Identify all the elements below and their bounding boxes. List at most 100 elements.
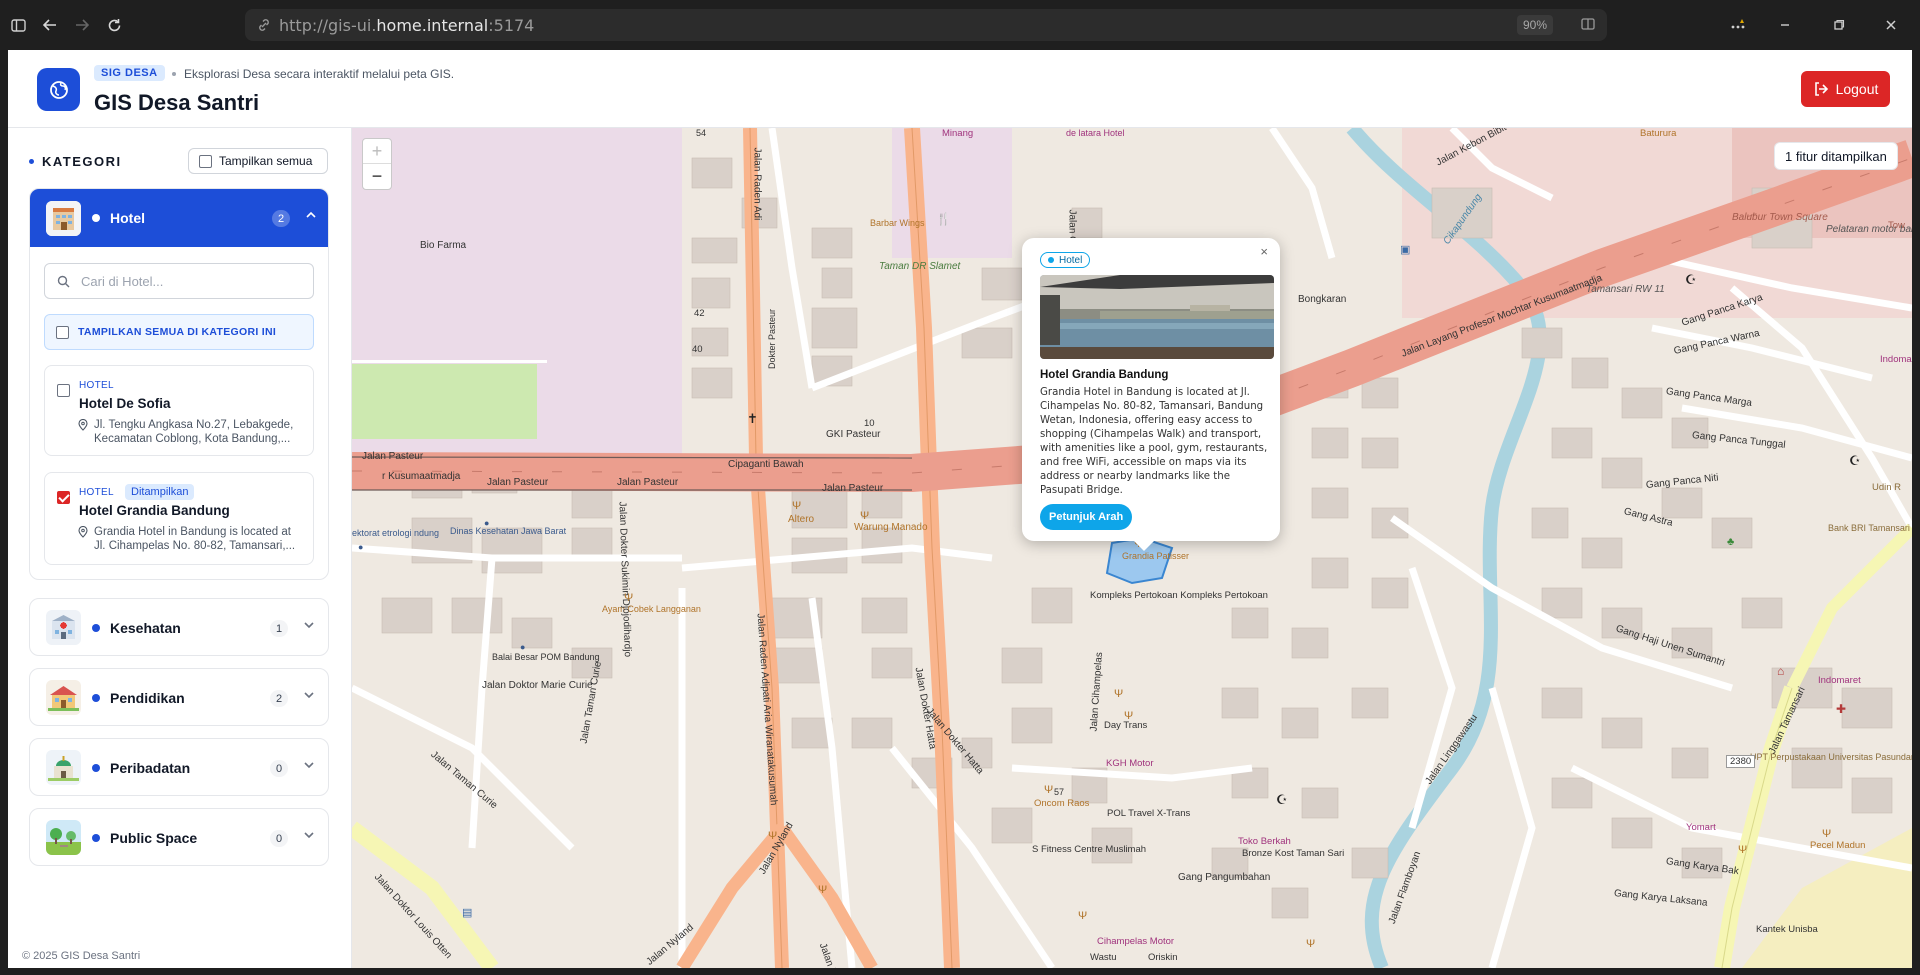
category-count: 2 bbox=[272, 210, 290, 227]
restore-icon[interactable] bbox=[1827, 13, 1851, 37]
item-name: Hotel De Sofia bbox=[79, 396, 171, 411]
list-item[interactable]: HOTEL Hotel De Sofia Jl. Tengku Angkasa … bbox=[44, 365, 314, 456]
zoom-level[interactable]: 90% bbox=[1516, 15, 1553, 35]
house-number: 10 bbox=[864, 418, 875, 429]
forward-icon[interactable] bbox=[70, 13, 94, 37]
back-icon[interactable] bbox=[38, 13, 62, 37]
category-header-hotel[interactable]: Hotel 2 bbox=[30, 189, 328, 247]
restaurant-icon: Ψ bbox=[1044, 784, 1054, 796]
restaurant-icon: 🍴 bbox=[936, 212, 951, 226]
browser-toolbar: http://gis-ui.home.internal:5174 90% bbox=[0, 0, 1920, 50]
road-shield: 2380 bbox=[1726, 755, 1756, 768]
app-badge: SIG DESA bbox=[94, 65, 165, 81]
popup-close-button[interactable]: × bbox=[1260, 244, 1268, 259]
bus-stop-icon: ▣ bbox=[1400, 244, 1411, 256]
poi-label: Indoma bbox=[1880, 354, 1912, 365]
category-dot bbox=[92, 624, 100, 632]
zoom-out-button[interactable]: − bbox=[363, 164, 391, 189]
app-tagline: Eksplorasi Desa secara interaktif melalu… bbox=[184, 67, 455, 81]
show-category-label: TAMPILKAN SEMUA DI KATEGORI INI bbox=[78, 326, 277, 338]
item-status-badge: Ditampilkan bbox=[125, 484, 195, 500]
category-dot bbox=[92, 834, 100, 842]
popup-description: Grandia Hotel in Bandung is located at J… bbox=[1040, 387, 1268, 496]
category-count: 0 bbox=[270, 760, 288, 777]
street-label: Jalan Pasteur bbox=[822, 483, 884, 494]
show-all-checkbox[interactable] bbox=[199, 154, 212, 168]
page-title: GIS Desa Santri bbox=[94, 90, 260, 115]
poi-label: Pecel Madun bbox=[1810, 840, 1866, 851]
minimize-icon[interactable] bbox=[1773, 13, 1797, 37]
map-canvas[interactable]: Bio Farma Taman DR Slamet GKI Pasteur Ja… bbox=[352, 128, 1912, 968]
restaurant-icon: Ψ bbox=[1124, 710, 1134, 722]
item-checkbox[interactable] bbox=[57, 384, 70, 397]
category-dot bbox=[92, 694, 100, 702]
chevron-down-icon[interactable] bbox=[304, 828, 314, 842]
shop-icon: ⌂ bbox=[1777, 664, 1785, 678]
show-all-toggle[interactable]: Tampilkan semua bbox=[188, 148, 328, 174]
sidebar-toggle-icon[interactable] bbox=[6, 13, 30, 37]
category-row-kesehatan[interactable]: Kesehatan 1 bbox=[29, 598, 329, 656]
chevron-down-icon[interactable] bbox=[304, 688, 314, 702]
health-category-icon bbox=[46, 609, 81, 645]
chevron-up-icon[interactable] bbox=[306, 208, 316, 222]
category-row-peribadatan[interactable]: Peribadatan 0 bbox=[29, 738, 329, 796]
globe-icon bbox=[49, 80, 68, 99]
poi-label: Kompleks Pertokoan Kompleks Pertokoan bbox=[1090, 590, 1268, 601]
show-category-checkbox[interactable] bbox=[56, 325, 69, 339]
category-heading: KATEGORI bbox=[29, 154, 122, 169]
item-checkbox[interactable] bbox=[57, 491, 70, 504]
mosque-icon: ☪ bbox=[1276, 792, 1288, 807]
poi-label: Minang bbox=[942, 128, 974, 139]
category-count: 1 bbox=[270, 620, 288, 637]
site-info-icon[interactable] bbox=[257, 18, 271, 37]
office-icon: ● bbox=[484, 518, 490, 528]
house-number: 40 bbox=[692, 344, 703, 355]
park-category-icon bbox=[46, 819, 81, 855]
restaurant-icon: Ψ bbox=[1822, 828, 1832, 840]
poi-label: Wastu bbox=[1090, 952, 1117, 963]
list-item[interactable]: HOTEL Ditampilkan Hotel Grandia Bandung … bbox=[44, 472, 314, 565]
show-category-toggle[interactable]: TAMPILKAN SEMUA DI KATEGORI INI bbox=[44, 314, 314, 350]
restaurant-icon: Ψ bbox=[792, 500, 802, 512]
reader-mode-icon[interactable] bbox=[1581, 17, 1595, 36]
chevron-down-icon[interactable] bbox=[304, 758, 314, 772]
chevron-down-icon[interactable] bbox=[304, 618, 314, 632]
poi-label: Toko Berkah bbox=[1238, 836, 1291, 847]
popup-category-tag: Hotel bbox=[1040, 252, 1091, 268]
close-window-icon[interactable] bbox=[1879, 13, 1903, 37]
logout-button[interactable]: Logout bbox=[1801, 71, 1890, 107]
extensions-icon[interactable] bbox=[1726, 13, 1750, 37]
poi-label: Warung Manado bbox=[854, 522, 928, 533]
address-bar[interactable]: http://gis-ui.home.internal:5174 90% bbox=[245, 9, 1607, 41]
restaurant-icon: Ψ bbox=[818, 884, 828, 896]
poi-label: Bronze Kost Taman Sari bbox=[1242, 848, 1345, 859]
map-zoom-control: + − bbox=[362, 138, 392, 190]
hotel-search-input[interactable]: Cari di Hotel... bbox=[44, 263, 314, 299]
zoom-in-button[interactable]: + bbox=[363, 139, 391, 164]
category-row-pendidikan[interactable]: Pendidikan 2 bbox=[29, 668, 329, 726]
url-text: http://gis-ui.home.internal:5174 bbox=[279, 15, 535, 35]
hotel-photo bbox=[1040, 275, 1274, 359]
poi-label: Oriskin bbox=[1148, 952, 1178, 963]
poi-label: Baturura bbox=[1640, 128, 1677, 139]
map-label: GKI Pasteur bbox=[826, 429, 881, 440]
hotel-category-icon bbox=[46, 200, 81, 236]
poi-label: Ayam Cobek Langganan bbox=[602, 604, 701, 614]
street-label: Jalan Pasteur bbox=[487, 477, 549, 488]
category-panel-hotel: Hotel 2 Cari di Hotel... TAMPILKAN SEMUA… bbox=[29, 188, 329, 580]
category-count: 0 bbox=[270, 830, 288, 847]
category-name: Peribadatan bbox=[110, 760, 191, 776]
poi-label: Kantek Unisba bbox=[1756, 924, 1818, 935]
office-icon: ● bbox=[520, 642, 526, 652]
poi-label: Balai Besar POM Bandung bbox=[492, 652, 600, 662]
poi-label: Tow bbox=[1888, 220, 1905, 231]
map-label: Bio Farma bbox=[420, 240, 467, 251]
item-name: Hotel Grandia Bandung bbox=[79, 503, 230, 518]
reload-icon[interactable] bbox=[102, 13, 126, 37]
directions-button[interactable]: Petunjuk Arah bbox=[1040, 504, 1133, 530]
category-count: 2 bbox=[270, 690, 288, 707]
poi-label: Udin R bbox=[1872, 482, 1902, 493]
category-row-public-space[interactable]: Public Space 0 bbox=[29, 808, 329, 866]
item-address: Jl. Tengku Angkasa No.27, Lebakgede, Kec… bbox=[94, 419, 294, 445]
separator-dot bbox=[172, 72, 176, 76]
